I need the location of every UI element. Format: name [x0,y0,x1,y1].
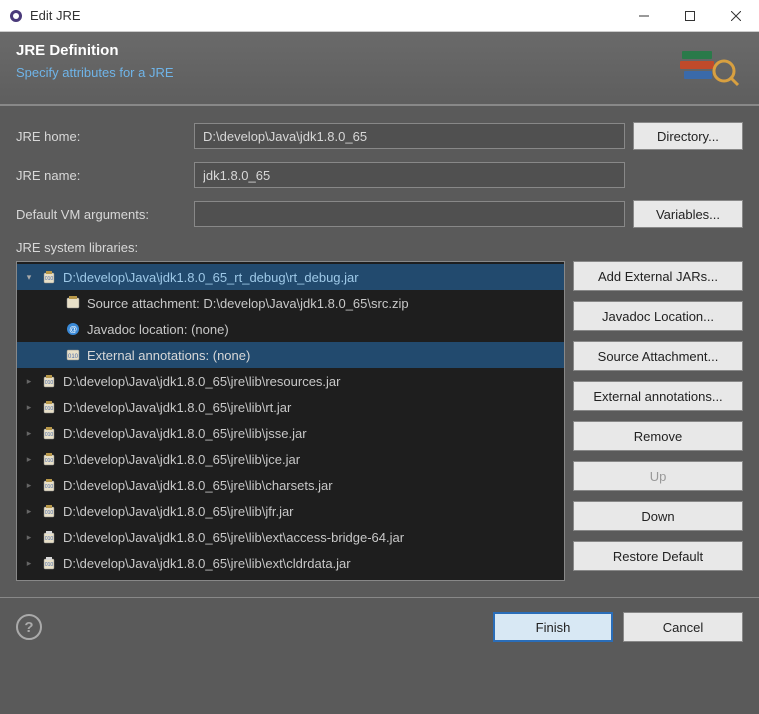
expand-icon[interactable]: ▸ [23,531,35,543]
expand-icon[interactable]: ▸ [23,401,35,413]
libs-area: ▾ 010 D:\develop\Java\jdk1.8.0_65_rt_debug… [16,261,743,581]
tree-jar-item[interactable]: ▸ 010 D:\develop\Java\jdk1.8.0_65\jre\lib\… [17,472,564,498]
tree-jar-item[interactable]: ▸ 010 D:\develop\Java\jdk1.8.0_65\jre\lib\… [17,368,564,394]
jar-icon: 010 [41,555,57,571]
collapse-icon[interactable]: ▾ [23,271,35,283]
tree-child-item[interactable]: 010 External annotations: (none) [17,342,564,368]
source-attachment-button[interactable]: Source Attachment... [573,341,743,371]
expand-icon[interactable]: ▸ [23,479,35,491]
tree-item-label: Javadoc location: (none) [87,322,564,337]
jar-icon: 010 [41,451,57,467]
window-controls [621,0,759,32]
jre-name-label: JRE name: [16,168,186,183]
svg-text:@: @ [69,325,77,334]
svg-text:010: 010 [45,276,54,282]
javadoc-icon: @ [65,321,81,337]
cancel-button[interactable]: Cancel [623,612,743,642]
variables-button[interactable]: Variables... [633,200,743,228]
external-annotations-button[interactable]: External annotations... [573,381,743,411]
help-icon[interactable]: ? [16,614,42,640]
restore-default-button[interactable]: Restore Default [573,541,743,571]
tree-item-label: D:\develop\Java\jdk1.8.0_65\jre\lib\char… [63,478,564,493]
tree-item-label: D:\develop\Java\jdk1.8.0_65\jre\lib\reso… [63,374,564,389]
tree-child-item[interactable]: Source attachment: D:\develop\Java\jdk1.… [17,290,564,316]
svg-text:010: 010 [45,536,54,542]
dialog-footer: ? Finish Cancel [0,597,759,656]
dialog-title: JRE Definition [16,42,673,59]
jar-icon: 010 [41,529,57,545]
window-titlebar: Edit JRE [0,0,759,32]
jar-icon: 010 [41,425,57,441]
tree-jar-item[interactable]: ▸ 010 D:\develop\Java\jdk1.8.0_65\jre\lib\… [17,498,564,524]
tree-item-label: D:\develop\Java\jdk1.8.0_65\jre\lib\ext\… [63,556,564,571]
window-title: Edit JRE [30,8,621,23]
tree-jar-item[interactable]: ▾ 010 D:\develop\Java\jdk1.8.0_65_rt_debug… [17,264,564,290]
tree-item-label: D:\develop\Java\jdk1.8.0_65\jre\lib\ext\… [63,530,564,545]
tree-item-label: D:\develop\Java\jdk1.8.0_65\jre\lib\rt.j… [63,400,564,415]
tree-item-label: D:\develop\Java\jdk1.8.0_65\jre\lib\jsse… [63,426,564,441]
libs-label: JRE system libraries: [16,240,743,255]
source-icon [65,295,81,311]
expand-icon[interactable]: ▸ [23,453,35,465]
directory-button[interactable]: Directory... [633,122,743,150]
javadoc-location-button[interactable]: Javadoc Location... [573,301,743,331]
svg-text:010: 010 [45,406,54,412]
svg-text:010: 010 [45,432,54,438]
jar-icon: 010 [41,373,57,389]
tree-item-label: External annotations: (none) [87,348,564,363]
tree-jar-item[interactable]: ▸ 010 D:\develop\Java\jdk1.8.0_65\jre\lib\… [17,394,564,420]
tree-jar-item[interactable]: ▸ 010 D:\develop\Java\jdk1.8.0_65\jre\lib\… [17,446,564,472]
up-button[interactable]: Up [573,461,743,491]
svg-text:010: 010 [68,354,79,360]
dialog-header: JRE Definition Specify attributes for a … [0,32,759,106]
jre-home-label: JRE home: [16,129,186,144]
tree-item-label: D:\develop\Java\jdk1.8.0_65_rt_debug\rt_… [63,270,564,285]
tree-item-label: Source attachment: D:\develop\Java\jdk1.… [87,296,564,311]
books-icon [673,42,743,92]
svg-text:010: 010 [45,562,54,568]
minimize-button[interactable] [621,0,667,32]
jar-icon: 010 [41,269,57,285]
add-external-jars-button[interactable]: Add External JARs... [573,261,743,291]
maximize-button[interactable] [667,0,713,32]
app-icon [8,8,24,24]
remove-button[interactable]: Remove [573,421,743,451]
dialog-subtitle: Specify attributes for a JRE [16,65,673,80]
expand-icon[interactable]: ▸ [23,427,35,439]
libs-buttons: Add External JARs... Javadoc Location...… [573,261,743,581]
finish-button[interactable]: Finish [493,612,613,642]
svg-text:010: 010 [45,484,54,490]
expand-icon[interactable]: ▸ [23,375,35,387]
svg-text:010: 010 [45,510,54,516]
jre-name-input[interactable] [194,162,625,188]
jre-name-row: JRE name: [16,162,743,188]
tree-child-item[interactable]: @ Javadoc location: (none) [17,316,564,342]
libs-tree[interactable]: ▾ 010 D:\develop\Java\jdk1.8.0_65_rt_debug… [16,261,565,581]
tree-item-label: D:\develop\Java\jdk1.8.0_65\jre\lib\jfr.… [63,504,564,519]
expand-icon[interactable]: ▸ [23,557,35,569]
form-area: JRE home: Directory... JRE name: Default… [0,106,759,597]
jre-home-row: JRE home: Directory... [16,122,743,150]
jre-home-input[interactable] [194,123,625,149]
close-button[interactable] [713,0,759,32]
vm-args-row: Default VM arguments: Variables... [16,200,743,228]
vm-args-label: Default VM arguments: [16,207,186,222]
svg-text:010: 010 [45,458,54,464]
tree-jar-item[interactable]: ▸ 010 D:\develop\Java\jdk1.8.0_65\jre\lib\… [17,550,564,576]
jar-icon: 010 [41,503,57,519]
jar-icon: 010 [41,399,57,415]
down-button[interactable]: Down [573,501,743,531]
jar-icon: 010 [41,477,57,493]
svg-text:010: 010 [45,380,54,386]
tree-item-label: D:\develop\Java\jdk1.8.0_65\jre\lib\jce.… [63,452,564,467]
tree-jar-item[interactable]: ▸ 010 D:\develop\Java\jdk1.8.0_65\jre\lib\… [17,420,564,446]
vm-args-input[interactable] [194,201,625,227]
tree-jar-item[interactable]: ▸ 010 D:\develop\Java\jdk1.8.0_65\jre\lib\… [17,524,564,550]
expand-icon[interactable]: ▸ [23,505,35,517]
annotation-icon: 010 [65,347,81,363]
